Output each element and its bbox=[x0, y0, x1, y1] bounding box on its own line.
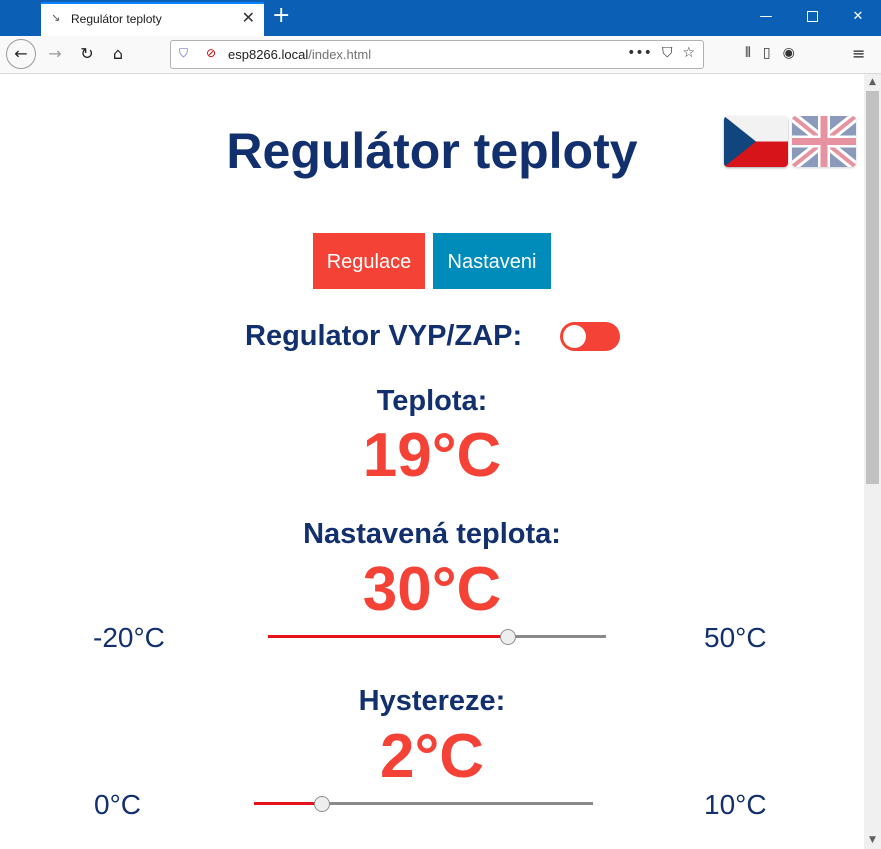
set-temperature-slider[interactable] bbox=[268, 627, 606, 647]
reload-icon[interactable]: ↻ bbox=[73, 40, 101, 68]
settings-button[interactable]: Nastaveni bbox=[433, 233, 551, 289]
maximize-icon[interactable] bbox=[789, 0, 835, 34]
regulator-toggle-label: Regulator VYP/ZAP: bbox=[245, 320, 523, 352]
scroll-up-icon[interactable]: ▲ bbox=[864, 74, 881, 91]
tab-title: Regulátor teploty bbox=[71, 12, 162, 26]
czech-flag-icon[interactable] bbox=[724, 116, 788, 167]
library-icon[interactable]: ⫴ bbox=[745, 45, 751, 61]
hysteresis-slider[interactable] bbox=[254, 794, 593, 814]
browser-navbar: ← → ↻ ⌂ ⛉ ⊘ esp8266.local/index.html •••… bbox=[0, 36, 881, 74]
scroll-down-icon[interactable]: ▼ bbox=[864, 832, 881, 849]
slider-fill bbox=[254, 802, 322, 805]
page-content: Regulátor teploty Regulace Nastaveni Reg… bbox=[0, 74, 864, 849]
browser-tab[interactable]: ↘ Regulátor teploty ✕ bbox=[41, 2, 264, 36]
url-text[interactable]: esp8266.local/index.html bbox=[228, 47, 371, 62]
hysteresis-value: 2°C bbox=[379, 722, 485, 791]
pocket-icon[interactable]: ⛉ bbox=[662, 45, 673, 61]
account-icon[interactable]: ◉ bbox=[783, 45, 795, 61]
set-temperature-min: -20°C bbox=[93, 622, 165, 653]
forward-icon[interactable]: → bbox=[41, 40, 69, 68]
current-temperature-label: Teplota: bbox=[376, 385, 488, 417]
set-temperature-value: 30°C bbox=[362, 555, 502, 624]
slider-fill bbox=[268, 635, 508, 638]
insecure-lock-icon[interactable]: ⊘ bbox=[206, 46, 216, 60]
regulator-toggle[interactable] bbox=[560, 322, 620, 351]
back-icon[interactable]: ← bbox=[6, 39, 36, 69]
english-flag-icon[interactable] bbox=[792, 116, 856, 167]
favicon-icon: ↘ bbox=[51, 11, 61, 24]
scrollbar-thumb[interactable] bbox=[866, 91, 879, 484]
browser-titlebar: ↘ Regulátor teploty ✕ + — ✕ bbox=[0, 0, 881, 36]
toggle-knob bbox=[563, 325, 586, 348]
hysteresis-min: 0°C bbox=[94, 789, 141, 820]
hamburger-menu-icon[interactable]: ≡ bbox=[852, 44, 865, 63]
url-host: esp8266.local bbox=[228, 47, 309, 62]
bookmark-star-icon[interactable]: ☆ bbox=[682, 45, 695, 61]
page-scrollbar[interactable]: ▲ ▼ bbox=[864, 74, 881, 849]
set-temperature-label: Nastavená teplota: bbox=[303, 518, 561, 550]
toolbar-icons: ⫴ ▯ ◉ bbox=[745, 45, 807, 61]
url-actions: ••• ⛉ ☆ bbox=[617, 45, 695, 61]
set-temperature-max: 50°C bbox=[704, 622, 767, 653]
hysteresis-label: Hystereze: bbox=[358, 685, 506, 717]
address-bar[interactable]: ⛉ ⊘ esp8266.local/index.html ••• ⛉ ☆ bbox=[170, 40, 704, 69]
sidebar-icon[interactable]: ▯ bbox=[763, 45, 771, 61]
current-temperature-value: 19°C bbox=[362, 421, 502, 490]
slider-thumb[interactable] bbox=[499, 629, 516, 645]
close-tab-icon[interactable]: ✕ bbox=[242, 8, 255, 27]
slider-thumb[interactable] bbox=[313, 796, 330, 812]
hysteresis-max: 10°C bbox=[704, 789, 767, 820]
regulation-button[interactable]: Regulace bbox=[313, 233, 425, 289]
url-path: /index.html bbox=[308, 47, 372, 62]
home-icon[interactable]: ⌂ bbox=[104, 40, 132, 68]
new-tab-icon[interactable]: + bbox=[272, 3, 290, 28]
tracking-shield-icon[interactable]: ⛉ bbox=[179, 46, 188, 61]
minimize-icon[interactable]: — bbox=[743, 0, 789, 34]
page-actions-icon[interactable]: ••• bbox=[627, 45, 652, 61]
window-close-icon[interactable]: ✕ bbox=[835, 0, 881, 34]
